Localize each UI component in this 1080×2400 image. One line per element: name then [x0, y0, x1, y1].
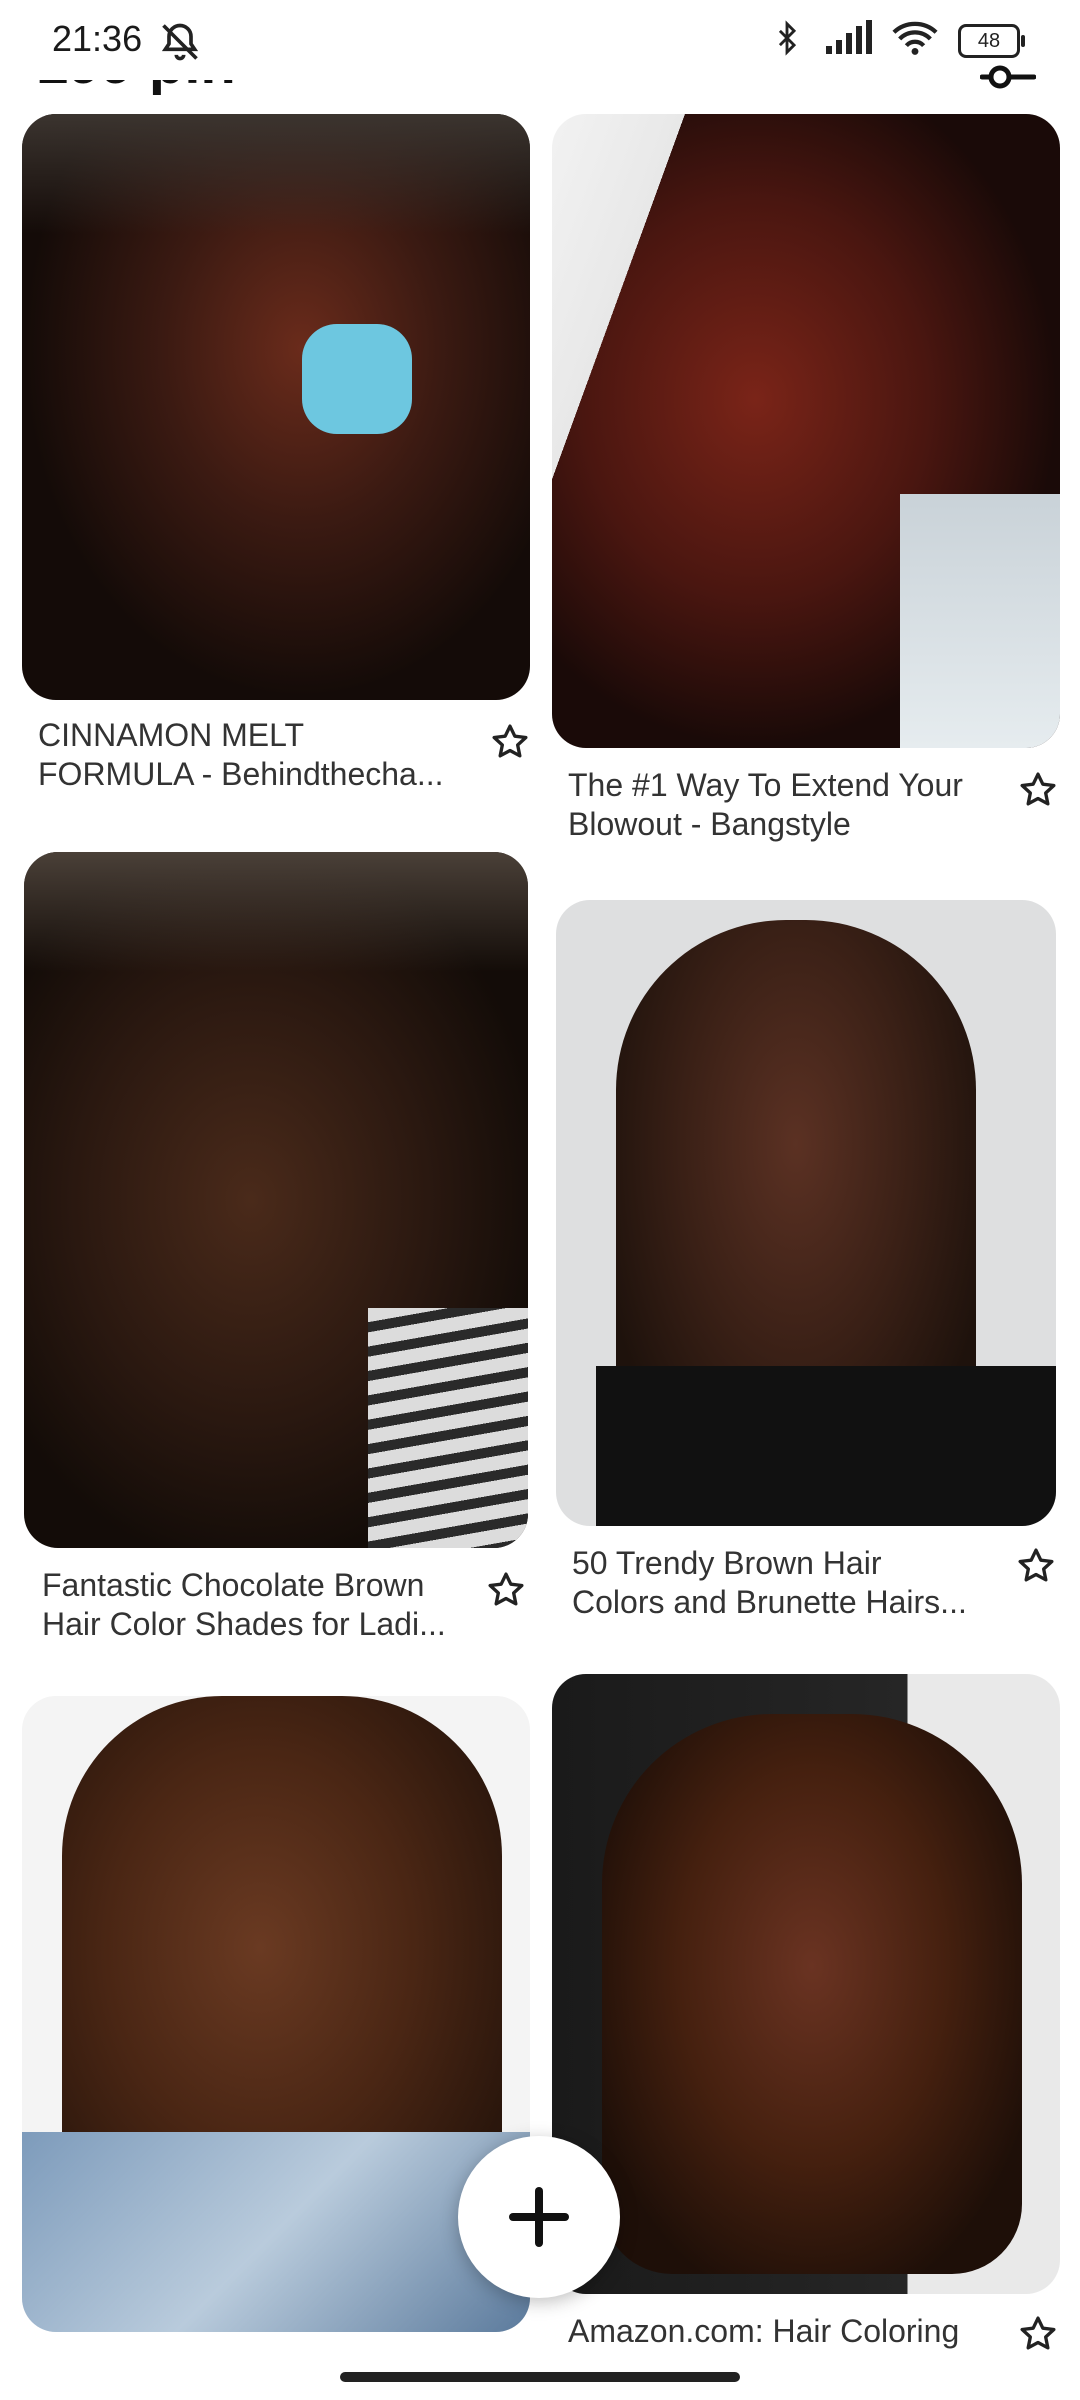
- image-background: [24, 852, 528, 972]
- pin-title-line: Amazon.com: Hair Coloring: [568, 2313, 960, 2349]
- pin-image[interactable]: [552, 1674, 1060, 2294]
- star-icon[interactable]: [1018, 2314, 1058, 2354]
- pin-title[interactable]: Amazon.com: Hair Coloring: [568, 2312, 998, 2352]
- star-icon[interactable]: [1018, 770, 1058, 810]
- wifi-icon: [892, 20, 938, 61]
- pin-title[interactable]: 50 Trendy Brown Hair Colors and Brunette…: [572, 1544, 1002, 1624]
- signal-icon: [824, 20, 872, 61]
- hair-shape: [602, 1714, 1022, 2274]
- battery-icon: 48: [958, 23, 1025, 58]
- add-button[interactable]: [458, 2136, 620, 2298]
- star-icon[interactable]: [486, 1570, 526, 1610]
- pin-title[interactable]: CINNAMON MELT FORMULA - Behindthecha...: [38, 716, 468, 796]
- striped-shirt: [368, 1308, 528, 1548]
- face-mask: [302, 324, 412, 434]
- pin-image[interactable]: [552, 114, 1060, 748]
- status-bar: 21:36 48: [0, 0, 1080, 80]
- pin-title-line: Blowout - Bangstyle: [568, 806, 851, 842]
- image-background: [22, 114, 530, 234]
- pin-image[interactable]: [556, 900, 1056, 1526]
- pin-title[interactable]: Fantastic Chocolate Brown Hair Color Sha…: [42, 1566, 472, 1646]
- pin-title-partial: [42, 2352, 482, 2372]
- plus-icon: [509, 2187, 569, 2247]
- pin-title[interactable]: The #1 Way To Extend Your Blowout - Bang…: [568, 766, 998, 846]
- pin-title-line: 50 Trendy Brown Hair: [572, 1545, 882, 1581]
- pin-title-line: Hair Color Shades for Ladi...: [42, 1606, 446, 1642]
- star-icon[interactable]: [1016, 1546, 1056, 1586]
- pin-title-line: Fantastic Chocolate Brown: [42, 1567, 425, 1603]
- image-background: [900, 494, 1060, 748]
- denim-jacket: [22, 2132, 530, 2332]
- bell-muted-icon: [158, 20, 202, 69]
- black-top: [596, 1366, 1056, 1526]
- star-icon[interactable]: [490, 722, 530, 762]
- filter-slider-icon[interactable]: [979, 60, 1037, 99]
- home-indicator[interactable]: [340, 2372, 740, 2382]
- pin-title-line: The #1 Way To Extend Your: [568, 767, 963, 803]
- pin-image[interactable]: [22, 114, 530, 700]
- pin-image[interactable]: [22, 1696, 530, 2332]
- pin-title-line: FORMULA - Behindthecha...: [38, 756, 444, 792]
- pin-title-line: CINNAMON MELT: [38, 717, 305, 753]
- pin-title-line: Colors and Brunette Hairs...: [572, 1584, 967, 1620]
- pin-image[interactable]: [24, 852, 528, 1548]
- bluetooth-icon: [770, 18, 804, 63]
- status-time: 21:36: [52, 18, 143, 59]
